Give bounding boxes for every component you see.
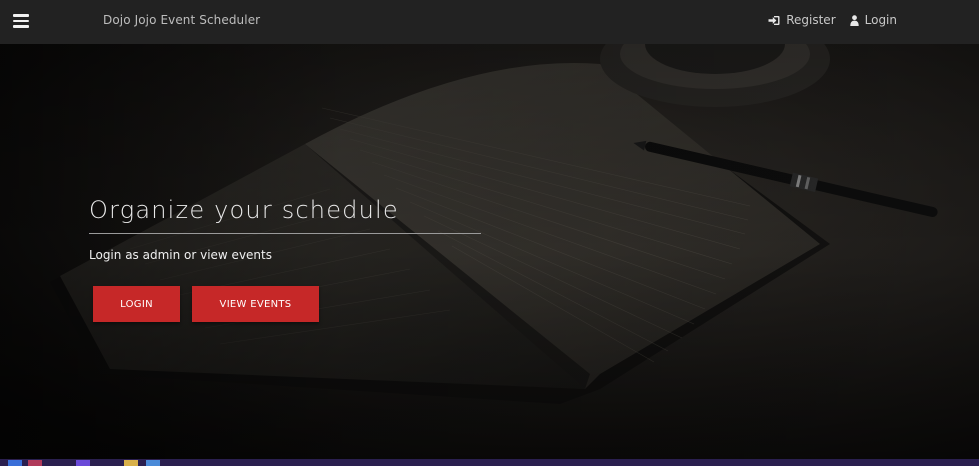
- login-label: Login: [864, 13, 897, 27]
- hero-divider: [89, 233, 481, 234]
- sign-in-icon: [768, 15, 780, 25]
- login-button[interactable]: LOGIN: [93, 286, 180, 322]
- login-link[interactable]: Login: [849, 13, 897, 27]
- hero-subtitle: Login as admin or view events: [89, 248, 272, 262]
- taskbar-app-icon[interactable]: [28, 460, 42, 466]
- register-label: Register: [786, 13, 836, 27]
- taskbar-app-icon[interactable]: [146, 460, 160, 466]
- hamburger-menu-icon[interactable]: [13, 14, 29, 28]
- view-events-button[interactable]: VIEW EVENTS: [192, 286, 319, 322]
- top-navbar: Dojo Jojo Event Scheduler Register Login: [0, 0, 979, 44]
- hero-section: Organize your schedule Login as admin or…: [0, 44, 979, 459]
- os-taskbar: [0, 459, 979, 466]
- register-link[interactable]: Register: [768, 13, 836, 27]
- nav-links: Register Login: [768, 13, 897, 27]
- taskbar-app-icon[interactable]: [76, 460, 90, 466]
- app-brand[interactable]: Dojo Jojo Event Scheduler: [103, 13, 260, 27]
- hero-title: Organize your schedule: [89, 196, 399, 224]
- user-icon: [849, 14, 859, 26]
- taskbar-app-icon[interactable]: [8, 460, 22, 466]
- taskbar-app-icon[interactable]: [124, 460, 138, 466]
